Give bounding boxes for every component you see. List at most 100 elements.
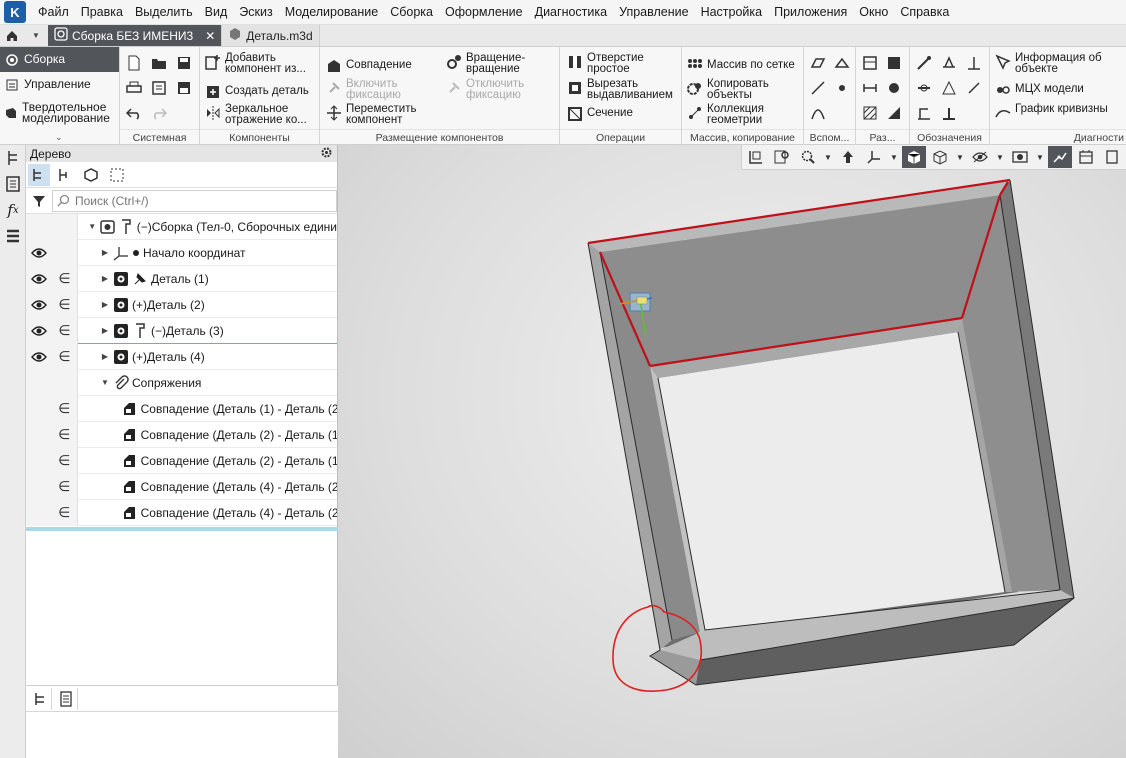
expand-arrow-icon[interactable]: ▶ <box>100 300 110 309</box>
drive-icon[interactable] <box>884 78 904 98</box>
kompas-logo-icon[interactable]: K <box>4 1 26 23</box>
hide-eye-icon[interactable] <box>968 146 992 168</box>
tree-row-mate-1[interactable]: ∈ Совпадение (Деталь (1) - Деталь (2 <box>26 395 337 422</box>
tree-by-structure-icon[interactable] <box>54 164 76 186</box>
gear-icon[interactable] <box>320 146 333 162</box>
display-mode-dropdown-icon[interactable]: ▼ <box>954 153 966 162</box>
eye-icon[interactable] <box>26 317 52 344</box>
expand-arrow-icon[interactable]: ▶ <box>100 352 110 361</box>
menu-settings[interactable]: Настройка <box>695 0 769 25</box>
mirror-component-button[interactable]: Зеркальное отражение ко... <box>204 103 318 125</box>
eye-icon[interactable] <box>26 291 52 318</box>
create-part-button[interactable]: Создать деталь <box>204 83 318 101</box>
tree-row-part-4[interactable]: ∈ ▶ (+)Деталь (4) <box>26 343 337 370</box>
base-icon[interactable] <box>964 53 984 73</box>
display-components-icon[interactable] <box>80 164 102 186</box>
geometry-collection-button[interactable]: Коллекция геометрии <box>686 103 804 125</box>
tree-row-mate-2[interactable]: ∈ Совпадение (Деталь (2) - Деталь (1 <box>26 421 337 448</box>
save-icon[interactable] <box>174 53 194 73</box>
plane-angle-icon[interactable] <box>832 53 852 73</box>
eye-icon[interactable] <box>26 343 52 370</box>
undo-icon[interactable] <box>124 103 144 123</box>
shaded-view-icon[interactable] <box>902 146 926 168</box>
menu-diagnostics[interactable]: Диагностика <box>529 0 613 25</box>
expand-arrow-icon[interactable]: ▶ <box>100 326 110 335</box>
position-icon[interactable] <box>914 103 934 123</box>
zoom-magnifier-icon[interactable] <box>796 146 820 168</box>
tree-structure-tab-icon[interactable] <box>28 687 52 710</box>
section-view-icon[interactable] <box>1008 146 1032 168</box>
open-folder-icon[interactable] <box>149 53 169 73</box>
rotate-view-icon[interactable] <box>836 146 860 168</box>
zoom-to-fit-icon[interactable] <box>744 146 768 168</box>
tree-row-mate-4[interactable]: ∈ Совпадение (Деталь (4) - Деталь (2 <box>26 473 337 500</box>
tree-splitter[interactable] <box>26 527 338 531</box>
menu-file[interactable]: Файл <box>32 0 75 25</box>
menu-select[interactable]: Выделить <box>129 0 199 25</box>
move-component-button[interactable]: Переместить компонент <box>325 103 440 125</box>
collapse-arrow-icon[interactable]: ▼ <box>100 378 110 387</box>
tree-row-mate-3[interactable]: ∈ Совпадение (Деталь (2) - Деталь (1 <box>26 447 337 474</box>
tolerance-icon[interactable] <box>914 78 934 98</box>
tree-row-part-1[interactable]: ∈ ▶ Деталь (1) <box>26 265 337 292</box>
grid-array-button[interactable]: Массив по сетке <box>686 57 804 75</box>
leader-icon[interactable] <box>914 53 934 73</box>
print-icon[interactable] <box>124 78 144 98</box>
menu-manage[interactable]: Управление <box>613 0 695 25</box>
tab-list-dropdown-icon[interactable]: ▼ <box>24 25 48 46</box>
assembly-model-render[interactable] <box>338 145 1126 758</box>
menu-drafting[interactable]: Оформление <box>439 0 529 25</box>
new-document-icon[interactable] <box>124 53 144 73</box>
mode-assembly[interactable]: Сборка <box>0 47 119 72</box>
tree-structure-icon[interactable] <box>28 163 50 186</box>
variables-fx-icon[interactable]: fx <box>0 197 26 223</box>
copy-objects-button[interactable]: Копировать объекты <box>686 78 804 100</box>
properties-panel-icon[interactable] <box>0 171 26 197</box>
mark-icon[interactable] <box>964 78 984 98</box>
home-icon[interactable] <box>0 25 24 46</box>
enable-fixation-button[interactable]: Включить фиксацию <box>325 78 440 100</box>
measure-icon[interactable] <box>884 103 904 123</box>
tree-row-mates[interactable]: ▼ Сопряжения <box>26 369 337 396</box>
point-icon[interactable] <box>832 78 852 98</box>
expand-chevron-icon[interactable]: ⌄ <box>55 132 63 143</box>
extrude-cut-button[interactable]: Вырезать выдавливанием <box>566 78 678 100</box>
text-icon[interactable] <box>939 103 959 123</box>
dimension-icon[interactable] <box>860 78 880 98</box>
bom-icon[interactable] <box>884 53 904 73</box>
expand-arrow-icon[interactable]: ▶ <box>100 248 110 257</box>
zoom-window-icon[interactable] <box>770 146 794 168</box>
menu-modeling[interactable]: Моделирование <box>279 0 385 25</box>
section-button[interactable]: Сечение <box>566 105 678 123</box>
roughness-icon[interactable] <box>939 53 959 73</box>
curve-icon[interactable] <box>808 103 828 123</box>
menu-sketch[interactable]: Эскиз <box>233 0 278 25</box>
close-tab-icon[interactable]: ✕ <box>205 29 215 43</box>
menu-help[interactable]: Справка <box>894 0 955 25</box>
object-info-button[interactable]: Информация об объекте <box>994 52 1114 74</box>
orientation-dropdown-icon[interactable]: ▼ <box>888 153 900 162</box>
tree-panel-icon[interactable] <box>0 145 26 171</box>
curvature-graph-button[interactable]: График кривизны <box>994 104 1114 122</box>
3d-viewport[interactable]: ▼ ▼ ▼ ▼ ▼ <box>338 145 1126 758</box>
tree-row-part-3[interactable]: ∈ ▶ (−)Деталь (3) <box>26 317 337 344</box>
expand-arrow-icon[interactable]: ▶ <box>100 274 110 283</box>
properties-icon[interactable] <box>149 78 169 98</box>
mode-solid-modeling[interactable]: Твердотельное моделирование <box>0 97 119 129</box>
menu-edit[interactable]: Правка <box>75 0 129 25</box>
zoom-dropdown-icon[interactable]: ▼ <box>822 153 834 162</box>
layout-icon[interactable] <box>860 53 880 73</box>
redo-icon[interactable] <box>149 103 169 123</box>
menu-view[interactable]: Вид <box>199 0 234 25</box>
tab-assembly[interactable]: Сборка БЕЗ ИМЕНИ3 ✕ <box>48 25 223 46</box>
tree-row-part-2[interactable]: ∈ ▶ (+)Деталь (2) <box>26 291 337 318</box>
add-component-button[interactable]: Добавить компонент из... <box>204 52 318 74</box>
orientation-icon[interactable] <box>862 146 886 168</box>
tab-part[interactable]: Деталь.m3d <box>222 25 320 46</box>
wireframe-view-icon[interactable] <box>928 146 952 168</box>
menu-window[interactable]: Окно <box>853 0 894 25</box>
properties-tab-icon[interactable] <box>54 687 78 710</box>
axis-icon[interactable] <box>808 78 828 98</box>
save-all-icon[interactable] <box>174 78 194 98</box>
rotate-rotate-button[interactable]: Вращение-вращение <box>445 52 557 74</box>
